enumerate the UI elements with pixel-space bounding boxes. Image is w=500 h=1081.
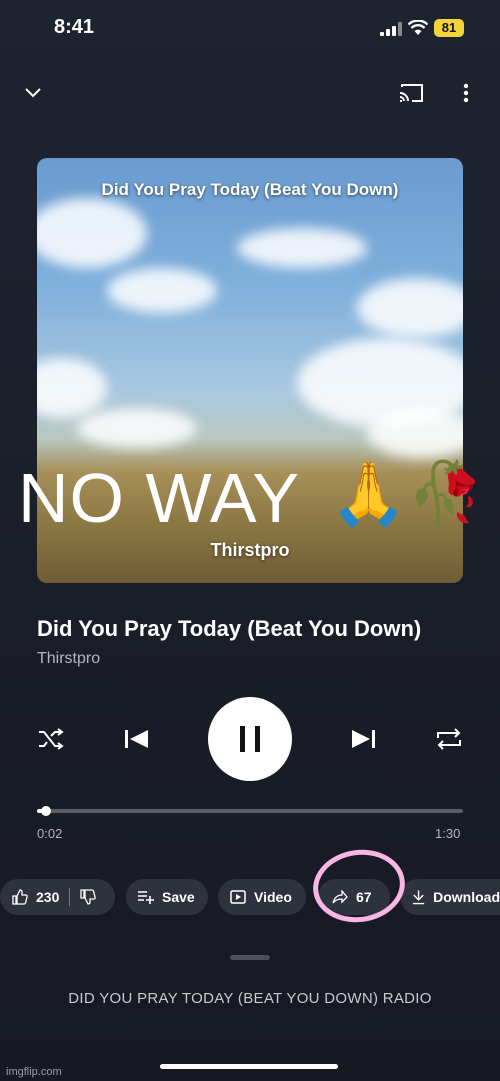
- highlight-circle-annotation: [308, 843, 410, 929]
- chevron-down-icon: [25, 88, 41, 98]
- cellular-signal-icon: [380, 22, 402, 36]
- download-button[interactable]: Download: [400, 879, 500, 915]
- progress-scrubber[interactable]: [40, 806, 51, 816]
- thumb-down-icon[interactable]: [80, 889, 97, 905]
- watermark: imgflip.com: [6, 1066, 62, 1078]
- download-label: Download: [433, 889, 500, 905]
- battery-indicator: 81: [434, 19, 464, 37]
- wifi-icon: [408, 20, 428, 35]
- shuffle-button[interactable]: [36, 724, 66, 754]
- cast-button[interactable]: [396, 80, 426, 106]
- progress-track[interactable]: [37, 809, 463, 813]
- like-count: 230: [36, 889, 60, 905]
- meme-overlay-text: NO WAY: [18, 459, 301, 537]
- current-time: 0:02: [37, 826, 63, 841]
- video-label: Video: [254, 889, 292, 905]
- like-dislike-chip[interactable]: 230: [0, 879, 115, 915]
- next-icon: [352, 730, 375, 748]
- previous-icon: [125, 730, 148, 748]
- shuffle-icon: [39, 728, 64, 750]
- playlist-add-icon: [138, 891, 154, 904]
- save-button[interactable]: Save: [126, 879, 208, 915]
- next-button[interactable]: [348, 724, 380, 754]
- cast-icon: [399, 84, 423, 102]
- video-button[interactable]: Video: [218, 879, 306, 915]
- more-options-button[interactable]: [456, 80, 476, 106]
- video-icon: [230, 890, 246, 904]
- previous-button[interactable]: [120, 724, 152, 754]
- thumb-up-icon[interactable]: [12, 889, 28, 905]
- more-vert-icon: [463, 83, 469, 103]
- pause-button[interactable]: [208, 697, 292, 781]
- song-title: Did You Pray Today (Beat You Down): [37, 616, 422, 641]
- pause-icon: [240, 726, 260, 752]
- total-time: 1:30: [435, 826, 461, 841]
- meme-overlay-emoji: 🙏🥀: [330, 460, 485, 529]
- collapse-button[interactable]: [20, 80, 46, 106]
- radio-label[interactable]: DID YOU PRAY TODAY (BEAT YOU DOWN) RADIO: [0, 990, 500, 1007]
- sheet-drag-handle[interactable]: [230, 955, 270, 960]
- artwork-artist: Thirstpro: [210, 540, 290, 560]
- artwork-title: Did You Pray Today (Beat You Down): [101, 180, 399, 199]
- song-artist[interactable]: Thirstpro: [37, 650, 100, 668]
- home-indicator: [160, 1064, 338, 1069]
- save-label: Save: [162, 889, 195, 905]
- repeat-button[interactable]: [434, 724, 464, 754]
- repeat-icon: [437, 728, 461, 750]
- chip-divider: [69, 888, 71, 906]
- download-icon: [412, 890, 425, 905]
- status-time: 8:41: [54, 16, 95, 38]
